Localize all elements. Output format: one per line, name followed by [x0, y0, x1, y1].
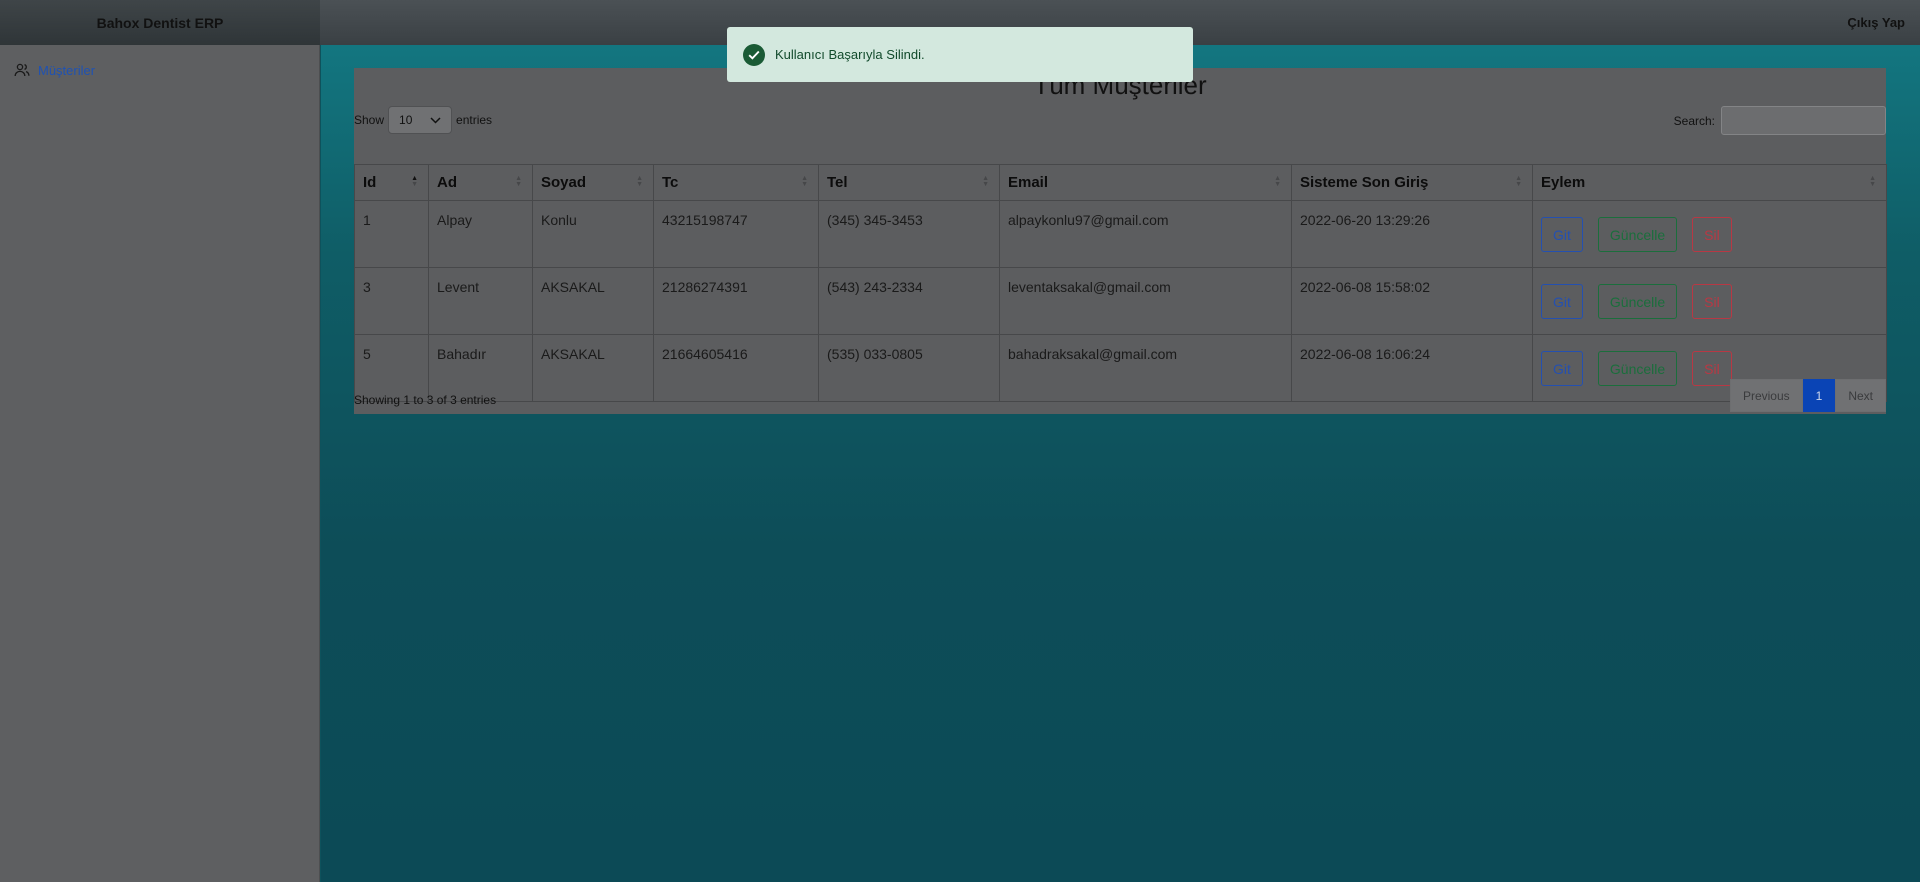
sort-icon: ▲ ▼	[515, 175, 522, 188]
table-row: 1 Alpay Konlu 43215198747 (345) 345-3453…	[354, 200, 1887, 268]
sort-icon: ▲ ▼	[982, 175, 989, 188]
delete-button[interactable]: Sil	[1692, 217, 1732, 252]
column-header-last-login[interactable]: Sisteme Son Giriş ▲ ▼	[1291, 164, 1533, 201]
page-1-button[interactable]: 1	[1802, 379, 1836, 412]
customers-card: Tüm Müşteriler Show 10 entries Search: I…	[354, 68, 1887, 414]
check-circle-icon	[743, 43, 765, 66]
cell-tc: 43215198747	[653, 200, 819, 268]
cell-soyad: Konlu	[532, 200, 654, 268]
go-button[interactable]: Git	[1541, 351, 1583, 386]
sort-icon: ▲ ▼	[1515, 175, 1522, 188]
delete-button[interactable]: Sil	[1692, 351, 1732, 386]
sort-icon: ▲ ▼	[1869, 175, 1876, 188]
cell-tc: 21286274391	[653, 267, 819, 335]
column-header-email[interactable]: Email ▲ ▼	[999, 164, 1292, 201]
pagination: Previous 1 Next	[1729, 379, 1886, 412]
cell-last-login: 2022-06-20 13:29:26	[1291, 200, 1533, 268]
cell-id: 5	[354, 334, 429, 402]
column-header-ad[interactable]: Ad ▲ ▼	[428, 164, 533, 201]
show-label: Show	[354, 113, 385, 127]
cell-soyad: AKSAKAL	[532, 267, 654, 335]
cell-tel: (345) 345-3453	[818, 200, 1000, 268]
table-row: 3 Levent AKSAKAL 21286274391 (543) 243-2…	[354, 267, 1887, 335]
update-button[interactable]: Güncelle	[1597, 351, 1678, 386]
page-length-value: 10	[399, 113, 413, 127]
cell-ad: Bahadır	[428, 334, 533, 402]
cell-tel: (535) 033-0805	[818, 334, 1000, 402]
customers-table: Id ▲ ▼ Ad ▲ ▼ Soyad ▲ ▼ Tc ▲ ▼ Tel ▲ ▼ Email ▲ ▼ Sis…	[354, 164, 1887, 402]
sidebar: Müşteriler	[0, 45, 320, 882]
sort-icon: ▲ ▼	[1274, 175, 1281, 188]
success-toast: Kullanıcı Başarıyla Silindi.	[727, 27, 1193, 82]
search-label: Search:	[1673, 113, 1715, 128]
cell-actions: Git Güncelle Sil	[1532, 200, 1887, 268]
cell-email: leventaksakal@gmail.com	[999, 267, 1292, 335]
entries-label: entries	[456, 113, 493, 127]
page-length-select[interactable]: 10	[388, 106, 453, 134]
cell-soyad: AKSAKAL	[532, 334, 654, 402]
next-page-button[interactable]: Next	[1835, 379, 1886, 412]
table-search: Search:	[1674, 106, 1886, 135]
sort-icon: ▲ ▼	[801, 175, 808, 188]
column-header-tc[interactable]: Tc ▲ ▼	[653, 164, 819, 201]
page-length-control: Show 10 entries	[354, 106, 492, 134]
cell-actions: Git Güncelle Sil	[1532, 267, 1887, 335]
cell-id: 3	[354, 267, 429, 335]
table-header-row: Id ▲ ▼ Ad ▲ ▼ Soyad ▲ ▼ Tc ▲ ▼ Tel ▲ ▼ Email ▲ ▼ Sis…	[354, 164, 1887, 201]
column-header-actions[interactable]: Eylem ▲ ▼	[1532, 164, 1887, 201]
cell-last-login: 2022-06-08 15:58:02	[1291, 267, 1533, 335]
cell-tc: 21664605416	[653, 334, 819, 402]
main-content: Tüm Müşteriler Show 10 entries Search: I…	[321, 45, 1920, 882]
cell-email: bahadraksakal@gmail.com	[999, 334, 1292, 402]
previous-page-button[interactable]: Previous	[1729, 379, 1803, 412]
brand-title: Bahox Dentist ERP	[0, 0, 320, 45]
sidebar-item-label: Müşteriler	[38, 62, 96, 78]
cell-ad: Alpay	[428, 200, 533, 268]
cell-id: 1	[354, 200, 429, 268]
sort-icon: ▲ ▼	[411, 175, 418, 188]
cell-last-login: 2022-06-08 16:06:24	[1291, 334, 1533, 402]
update-button[interactable]: Güncelle	[1597, 284, 1678, 319]
table-info: Showing 1 to 3 of 3 entries	[354, 393, 497, 407]
logout-link[interactable]: Çıkış Yap	[1847, 0, 1905, 45]
search-input[interactable]	[1721, 106, 1886, 135]
toast-message: Kullanıcı Başarıyla Silindi.	[775, 47, 925, 62]
cell-tel: (543) 243-2334	[818, 267, 1000, 335]
users-icon	[14, 63, 30, 77]
go-button[interactable]: Git	[1541, 217, 1583, 252]
update-button[interactable]: Güncelle	[1597, 217, 1678, 252]
chevron-down-icon	[430, 116, 441, 124]
cell-ad: Levent	[428, 267, 533, 335]
column-header-id[interactable]: Id ▲ ▼	[354, 164, 429, 201]
sort-icon: ▲ ▼	[636, 175, 643, 188]
delete-button[interactable]: Sil	[1692, 284, 1732, 319]
column-header-soyad[interactable]: Soyad ▲ ▼	[532, 164, 654, 201]
sidebar-item-customers[interactable]: Müşteriler	[14, 62, 95, 78]
table-row: 5 Bahadır AKSAKAL 21664605416 (535) 033-…	[354, 334, 1887, 402]
go-button[interactable]: Git	[1541, 284, 1583, 319]
column-header-tel[interactable]: Tel ▲ ▼	[818, 164, 1000, 201]
cell-email: alpaykonlu97@gmail.com	[999, 200, 1292, 268]
